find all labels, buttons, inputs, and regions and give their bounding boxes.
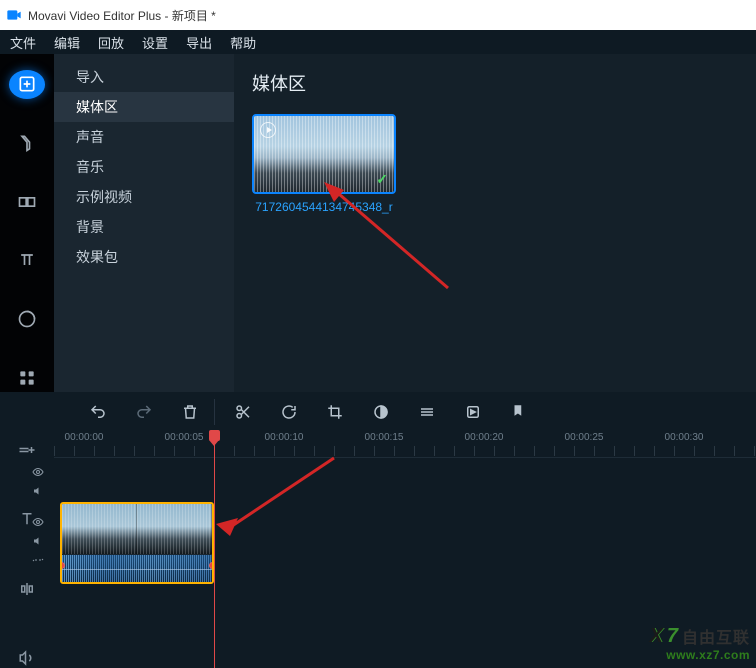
clip-frame-thumbnail — [137, 504, 212, 554]
stickers-icon[interactable] — [9, 305, 45, 334]
media-clip-thumbnail[interactable]: ✓ — [252, 114, 396, 194]
video-track[interactable] — [54, 502, 756, 584]
align-track-icon[interactable] — [16, 579, 38, 599]
ruler-tick: 00:00:05 — [165, 432, 204, 443]
rotate-icon[interactable] — [279, 402, 299, 422]
audio-track-icon[interactable] — [16, 649, 38, 668]
more-apps-icon[interactable] — [9, 363, 45, 392]
media-panel: 媒体区 ✓ 7172604544134745348_r .arrow1:firs… — [234, 54, 756, 392]
media-clip[interactable]: ✓ 7172604544134745348_r — [252, 114, 396, 216]
ruler-tick: 00:00:20 — [465, 432, 504, 443]
menu-settings[interactable]: 设置 — [142, 33, 168, 52]
media-clip-label: 7172604544134745348_r — [252, 200, 396, 216]
text-track[interactable] — [54, 458, 756, 502]
clip-frame-thumbnail — [62, 504, 137, 554]
clip-audio-waveform — [62, 554, 212, 582]
cut-icon[interactable] — [233, 402, 253, 422]
timeline-toolbar — [0, 392, 756, 432]
record-voiceover-icon[interactable] — [463, 402, 483, 422]
menubar: 文件 编辑 回放 设置 导出 帮助 — [0, 30, 756, 54]
ruler-tick: 00:00:30 — [665, 432, 704, 443]
titles-icon[interactable] — [9, 246, 45, 275]
eye-icon[interactable] — [32, 516, 44, 531]
sidebar-item-background[interactable]: 背景 — [54, 212, 234, 242]
menu-edit[interactable]: 编辑 — [54, 33, 80, 52]
eye-icon[interactable] — [32, 466, 44, 481]
titlebar: Movavi Video Editor Plus - 新项目 * — [0, 0, 756, 30]
crop-icon[interactable] — [325, 402, 345, 422]
media-panel-heading: 媒体区 — [252, 70, 738, 96]
sidebar-item-music[interactable]: 音乐 — [54, 152, 234, 182]
sidebar-item-import[interactable]: 导入 — [54, 62, 234, 92]
timeline-main[interactable]: 00:00:00 00:00:05 00:00:10 00:00:15 00:0… — [54, 432, 756, 668]
sidebar-item-effects-pack[interactable]: 效果包 — [54, 242, 234, 272]
extra-audio-track[interactable] — [54, 584, 756, 610]
main-area: 导入 媒体区 声音 音乐 示例视频 背景 效果包 媒体区 ✓ 717260454… — [0, 54, 756, 392]
filters-icon[interactable] — [9, 129, 45, 158]
ruler-tick: 00:00:10 — [265, 432, 304, 443]
sidebar-item-media[interactable]: 媒体区 — [54, 92, 234, 122]
timeline-clip[interactable] — [60, 502, 214, 584]
color-adjust-icon[interactable] — [371, 402, 391, 422]
category-sidebar: 导入 媒体区 声音 音乐 示例视频 背景 效果包 — [54, 54, 234, 392]
timeline-ruler[interactable]: 00:00:00 00:00:05 00:00:10 00:00:15 00:0… — [54, 432, 756, 458]
marker-icon[interactable] — [509, 402, 529, 422]
clip-properties-icon[interactable] — [417, 402, 437, 422]
sidebar-item-sample-video[interactable]: 示例视频 — [54, 182, 234, 212]
playhead[interactable] — [214, 432, 215, 668]
menu-file[interactable]: 文件 — [10, 33, 36, 52]
play-icon — [260, 122, 276, 138]
menu-help[interactable]: 帮助 — [230, 33, 256, 52]
sidebar-item-sound[interactable]: 声音 — [54, 122, 234, 152]
ruler-tick: 00:00:00 — [65, 432, 104, 443]
window-title: Movavi Video Editor Plus - 新项目 * — [28, 7, 216, 24]
timeline-area: 00:00:00 00:00:05 00:00:10 00:00:15 00:0… — [0, 392, 756, 668]
left-rail — [0, 54, 54, 392]
redo-icon[interactable] — [134, 402, 154, 422]
mute-icon[interactable] — [32, 485, 44, 500]
ruler-tick: 00:00:25 — [565, 432, 604, 443]
app-logo-icon — [6, 7, 22, 23]
checkmark-icon: ✓ — [376, 171, 388, 188]
add-track-icon[interactable] — [16, 440, 38, 460]
mute-icon[interactable] — [32, 535, 44, 550]
undo-icon[interactable] — [88, 402, 108, 422]
menu-playback[interactable]: 回放 — [98, 33, 124, 52]
unlink-icon[interactable] — [32, 554, 44, 569]
delete-icon[interactable] — [180, 402, 200, 422]
transitions-icon[interactable] — [9, 187, 45, 216]
import-icon[interactable] — [9, 70, 45, 99]
ruler-tick: 00:00:15 — [365, 432, 404, 443]
menu-export[interactable]: 导出 — [186, 33, 212, 52]
